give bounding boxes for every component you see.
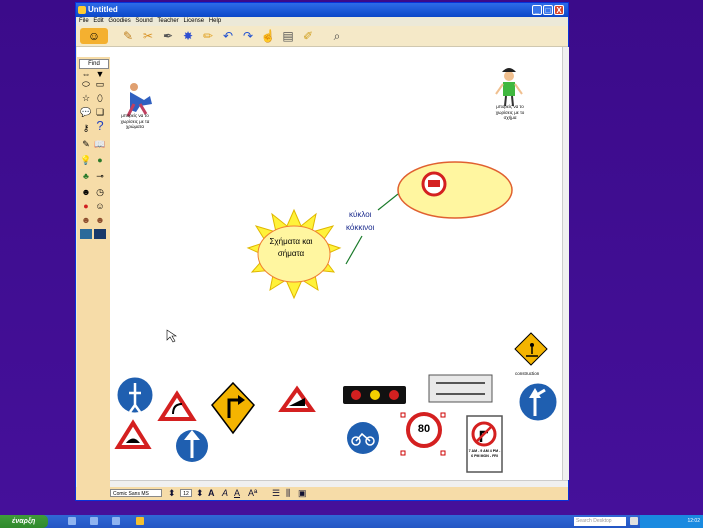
parking-sign[interactable] bbox=[428, 374, 493, 403]
program-icon[interactable] bbox=[112, 517, 120, 525]
link-line-lower bbox=[345, 235, 363, 265]
link-label[interactable]: κύκλοι κόκκινοι bbox=[346, 208, 374, 234]
bubble-shape[interactable] bbox=[397, 161, 513, 219]
start-label: έναρξη bbox=[12, 518, 36, 525]
construction-label: construction bbox=[515, 371, 540, 376]
steep-grade-sign[interactable] bbox=[278, 385, 316, 412]
desktop-search-input[interactable]: Search Desktop bbox=[574, 517, 626, 526]
bump-warning-sign[interactable] bbox=[114, 419, 152, 449]
curve-warning-sign[interactable] bbox=[157, 390, 197, 421]
center-topic[interactable]: Σχήματα και σήματα bbox=[264, 236, 318, 260]
bicycle-sign[interactable] bbox=[347, 422, 379, 454]
right-turn-diamond-sign[interactable] bbox=[211, 381, 255, 435]
taskbar: έναρξη Search Desktop 12:02 bbox=[0, 515, 703, 528]
right-caption: μπορείς να το χωρίσεις με το σχήμα bbox=[495, 104, 525, 120]
time-sign-text: 7 AM - 9 AM 4 PM - 6 PM MON - FRI bbox=[468, 449, 501, 458]
app-task-icon[interactable] bbox=[136, 517, 144, 525]
child-figure-right[interactable] bbox=[495, 68, 523, 107]
canvas-artwork bbox=[114, 68, 558, 473]
fork-direction-sign[interactable] bbox=[518, 382, 558, 422]
start-button[interactable]: έναρξη bbox=[0, 515, 48, 528]
speed-value: 80 bbox=[417, 423, 431, 435]
link-line-upper bbox=[377, 193, 399, 211]
link-label-line1: κύκλοι bbox=[348, 210, 372, 219]
explorer-icon[interactable] bbox=[90, 517, 98, 525]
mouse-cursor bbox=[166, 329, 177, 343]
left-caption: μπορείς να το χωρίσεις με τα χρώματα bbox=[120, 113, 150, 129]
link-label-line2: κόκκινοι bbox=[346, 223, 375, 232]
child-figure-left[interactable] bbox=[126, 83, 152, 117]
show-desktop-icon[interactable] bbox=[68, 517, 76, 525]
system-tray: 12:02 bbox=[640, 515, 703, 528]
search-icon[interactable] bbox=[630, 517, 638, 525]
clock: 12:02 bbox=[687, 518, 700, 524]
construction-sign[interactable] bbox=[514, 332, 548, 366]
